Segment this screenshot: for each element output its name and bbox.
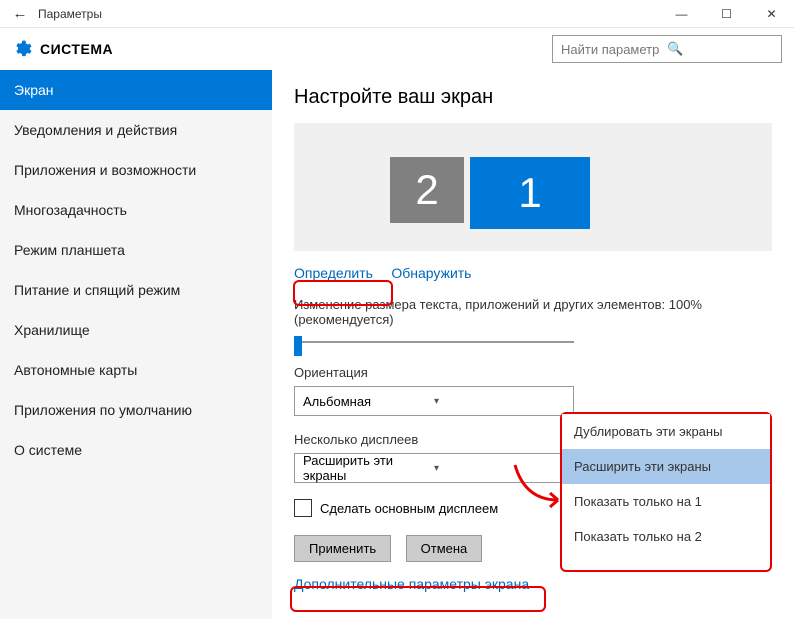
header-section: СИСТЕМА xyxy=(40,41,113,57)
advanced-display-link[interactable]: Дополнительные параметры экрана xyxy=(294,576,529,592)
close-button[interactable]: ✕ xyxy=(749,0,794,28)
minimize-button[interactable]: — xyxy=(659,0,704,28)
identify-link[interactable]: Определить xyxy=(294,265,373,281)
page-title: Настройте ваш экран xyxy=(294,86,772,109)
sidebar-item-display[interactable]: Экран xyxy=(0,70,272,110)
monitor-1[interactable]: 1 xyxy=(470,157,590,229)
sidebar-item-apps-features[interactable]: Приложения и возможности xyxy=(0,150,272,190)
display-arranger[interactable]: 2 1 xyxy=(294,123,772,251)
dropdown-option-extend[interactable]: Расширить эти экраны xyxy=(562,449,770,484)
sidebar-item-storage[interactable]: Хранилище xyxy=(0,310,272,350)
window-title: Параметры xyxy=(38,7,659,21)
slider-thumb[interactable] xyxy=(294,336,302,356)
sidebar-item-multitasking[interactable]: Многозадачность xyxy=(0,190,272,230)
scale-slider[interactable] xyxy=(294,333,574,351)
sidebar-item-default-apps[interactable]: Приложения по умолчанию xyxy=(0,390,272,430)
multi-display-dropdown: Дублировать эти экраны Расширить эти экр… xyxy=(562,414,770,554)
slider-track xyxy=(294,341,574,343)
scale-label: Изменение размера текста, приложений и д… xyxy=(294,297,772,327)
chevron-down-icon: ▾ xyxy=(434,396,565,407)
back-button[interactable]: ← xyxy=(8,5,32,22)
sidebar-item-about[interactable]: О системе xyxy=(0,430,272,470)
multi-display-select[interactable]: Расширить эти экраны ▾ xyxy=(294,453,574,483)
search-placeholder: Найти параметр xyxy=(561,42,667,57)
sidebar-item-notifications[interactable]: Уведомления и действия xyxy=(0,110,272,150)
orientation-value: Альбомная xyxy=(303,394,434,409)
detect-link[interactable]: Обнаружить xyxy=(391,265,471,281)
search-icon: 🔍 xyxy=(667,41,773,57)
sidebar-item-power-sleep[interactable]: Питание и спящий режим xyxy=(0,270,272,310)
monitor-2[interactable]: 2 xyxy=(390,157,464,223)
gear-icon xyxy=(12,39,32,59)
dropdown-option-only1[interactable]: Показать только на 1 xyxy=(562,484,770,519)
dropdown-option-only2[interactable]: Показать только на 2 xyxy=(562,519,770,554)
maximize-button[interactable]: ☐ xyxy=(704,0,749,28)
sidebar-item-offline-maps[interactable]: Автономные карты xyxy=(0,350,272,390)
orientation-select[interactable]: Альбомная ▾ xyxy=(294,386,574,416)
make-main-label: Сделать основным дисплеем xyxy=(320,501,498,516)
make-main-checkbox[interactable] xyxy=(294,499,312,517)
search-input[interactable]: Найти параметр 🔍 xyxy=(552,35,782,63)
apply-button[interactable]: Применить xyxy=(294,535,391,562)
cancel-button[interactable]: Отмена xyxy=(406,535,483,562)
chevron-down-icon: ▾ xyxy=(434,463,565,474)
dropdown-option-duplicate[interactable]: Дублировать эти экраны xyxy=(562,414,770,449)
sidebar-item-tablet-mode[interactable]: Режим планшета xyxy=(0,230,272,270)
multi-display-value: Расширить эти экраны xyxy=(303,453,434,483)
sidebar: Экран Уведомления и действия Приложения … xyxy=(0,70,272,619)
orientation-label: Ориентация xyxy=(294,365,772,380)
